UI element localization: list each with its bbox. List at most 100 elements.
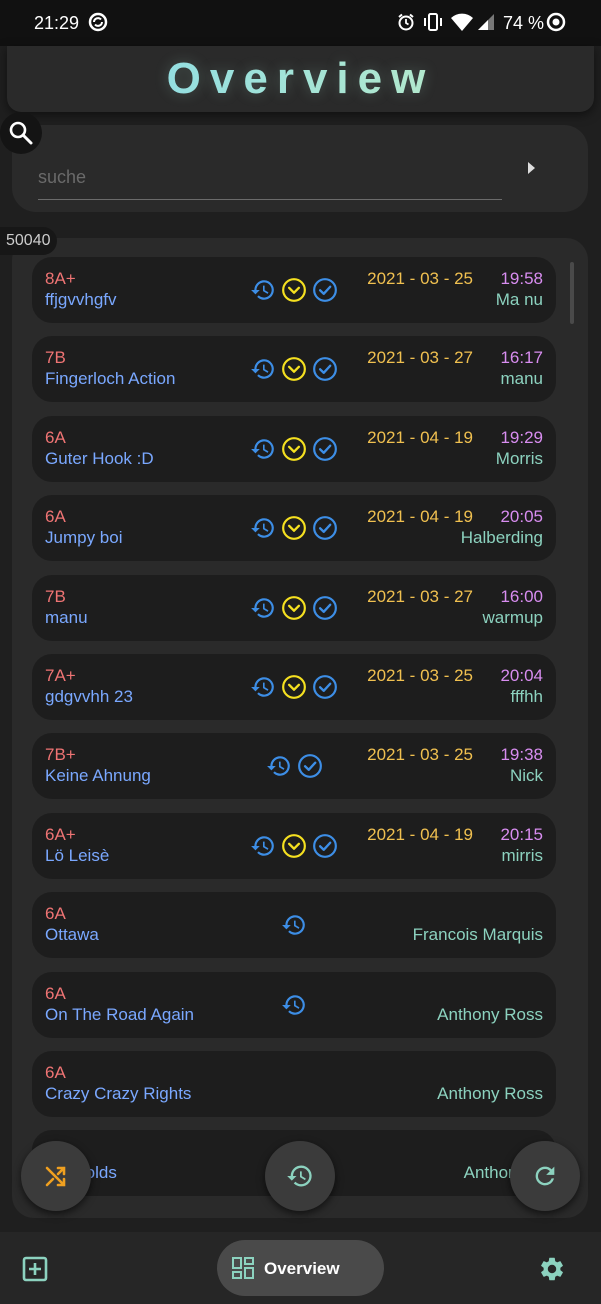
route-grade: 7B [45, 587, 66, 606]
overview-nav-tab[interactable]: Overview [217, 1240, 384, 1296]
route-row[interactable]: 7B Fingerloch Action 2021 - 03 - 27 16:17 ma… [32, 336, 556, 402]
check-circle-icon [313, 675, 337, 699]
history-icon-wrap[interactable] [266, 753, 292, 779]
history-fab-button[interactable] [265, 1141, 335, 1211]
history-icon-wrap[interactable] [250, 595, 276, 621]
route-status-icons [250, 356, 338, 382]
route-status-icons [281, 912, 307, 938]
chevron-circle-icon-wrap[interactable] [281, 277, 307, 303]
chevron-circle-icon-wrap[interactable] [281, 595, 307, 621]
check-circle-icon-wrap[interactable] [312, 277, 338, 303]
check-circle-icon [298, 754, 322, 778]
route-setter: fffhh [510, 687, 543, 706]
chevron-circle-icon [282, 516, 306, 540]
route-setter: Anthony Ross [437, 1084, 543, 1103]
check-circle-icon-wrap[interactable] [312, 356, 338, 382]
history-icon-wrap[interactable] [250, 356, 276, 382]
route-row[interactable]: 7B+ Keine Ahnung 2021 - 03 - 25 19:38 Nick [32, 733, 556, 799]
history-icon [251, 677, 274, 697]
route-row[interactable]: 6A Ottawa Francois Marquis [32, 892, 556, 958]
route-grade: 8A+ [45, 269, 76, 288]
chevron-circle-icon-wrap[interactable] [281, 515, 307, 541]
route-grade: 6A [45, 904, 66, 923]
search-button[interactable] [0, 112, 42, 154]
search-submit-arrow-icon[interactable] [528, 162, 535, 174]
check-circle-icon-wrap[interactable] [312, 436, 338, 462]
route-row[interactable]: 7B manu 2021 - 03 - 27 16:00 warmup [32, 575, 556, 641]
history-icon [251, 439, 274, 459]
route-grade: 6A [45, 1063, 66, 1082]
route-grade: 7B+ [45, 745, 76, 764]
history-icon-wrap[interactable] [250, 277, 276, 303]
route-setter: Anthony Ross [437, 1005, 543, 1024]
status-bar: 21:29 74 % [0, 0, 601, 46]
check-circle-icon [313, 278, 337, 302]
history-icon-wrap[interactable] [250, 833, 276, 859]
route-time: 19:58 [500, 269, 543, 288]
chevron-circle-icon [282, 357, 306, 381]
route-name: ffjgvvhgfv [45, 290, 117, 309]
history-icon-wrap[interactable] [281, 912, 307, 938]
route-time: 19:29 [500, 428, 543, 447]
history-icon [251, 598, 274, 618]
route-name: manu [45, 608, 88, 627]
route-row[interactable]: 6A Guter Hook :D 2021 - 04 - 19 19:29 Morris [32, 416, 556, 482]
history-icon [251, 280, 274, 300]
route-name: Lö Leisè [45, 846, 110, 865]
gear-icon [541, 1257, 563, 1281]
route-grade: 6A [45, 428, 66, 447]
route-row[interactable]: 7A+ gdgvvhh 23 2021 - 03 - 25 20:04 fffhh [32, 654, 556, 720]
check-circle-icon-wrap[interactable] [312, 833, 338, 859]
refresh-button[interactable] [510, 1141, 580, 1211]
chevron-circle-icon-wrap[interactable] [281, 356, 307, 382]
chevron-circle-icon-wrap[interactable] [281, 674, 307, 700]
shuffle-button[interactable] [21, 1141, 91, 1211]
history-icon-wrap[interactable] [250, 515, 276, 541]
route-time: 19:38 [500, 745, 543, 764]
route-time: 20:15 [500, 825, 543, 844]
check-circle-icon-wrap[interactable] [312, 674, 338, 700]
route-status-icons [266, 753, 323, 779]
check-circle-icon-wrap[interactable] [312, 595, 338, 621]
check-circle-icon [313, 516, 337, 540]
route-setter: Halberding [460, 528, 543, 547]
route-name: Keine Ahnung [45, 766, 151, 785]
route-row[interactable]: 6A Jumpy boi 2021 - 04 - 19 20:05 Halberding [32, 495, 556, 561]
history-icon-wrap[interactable] [250, 436, 276, 462]
route-date: 2021 - 03 - 27 [367, 587, 473, 606]
chevron-circle-icon [282, 278, 306, 302]
history-icon-wrap[interactable] [250, 674, 276, 700]
history-icon [251, 359, 274, 379]
history-icon-wrap[interactable] [281, 992, 307, 1018]
wifi-icon [451, 13, 473, 31]
route-time: 16:00 [500, 587, 543, 606]
route-status-icons [250, 833, 338, 859]
route-date: 2021 - 03 - 25 [367, 666, 473, 685]
route-date: 2021 - 04 - 19 [367, 507, 473, 526]
route-row[interactable]: 6A Crazy Crazy Rights Anthony Ross [32, 1051, 556, 1117]
chevron-circle-icon-wrap[interactable] [281, 833, 307, 859]
route-status-icons [250, 277, 338, 303]
route-row[interactable]: 6A+ Lö Leisè 2021 - 04 - 19 20:15 mirris [32, 813, 556, 879]
check-circle-icon-wrap[interactable] [297, 753, 323, 779]
check-circle-icon-wrap[interactable] [312, 515, 338, 541]
route-row[interactable]: 8A+ ffjgvvhgfv 2021 - 03 - 25 19:58 Ma nu [32, 257, 556, 323]
header-card: Overview [7, 46, 594, 112]
chevron-circle-icon [282, 596, 306, 620]
search-card [12, 125, 588, 212]
bottom-navigation: Overview [0, 1232, 601, 1304]
route-name: Fingerloch Action [45, 369, 176, 388]
route-date: 2021 - 03 - 25 [367, 745, 473, 764]
check-circle-icon [313, 834, 337, 858]
route-time: 16:17 [500, 348, 543, 367]
chevron-circle-icon-wrap[interactable] [281, 436, 307, 462]
add-route-button[interactable] [22, 1256, 48, 1287]
settings-button[interactable] [538, 1255, 566, 1288]
status-time: 21:29 [34, 13, 80, 33]
route-date: 2021 - 03 - 25 [367, 269, 473, 288]
route-name: Crazy Crazy Rights [45, 1084, 192, 1103]
search-input[interactable] [38, 155, 502, 200]
route-row[interactable]: 6A On The Road Again Anthony Ross [32, 972, 556, 1038]
chevron-circle-icon [282, 675, 306, 699]
list-scrollbar[interactable] [570, 262, 574, 324]
